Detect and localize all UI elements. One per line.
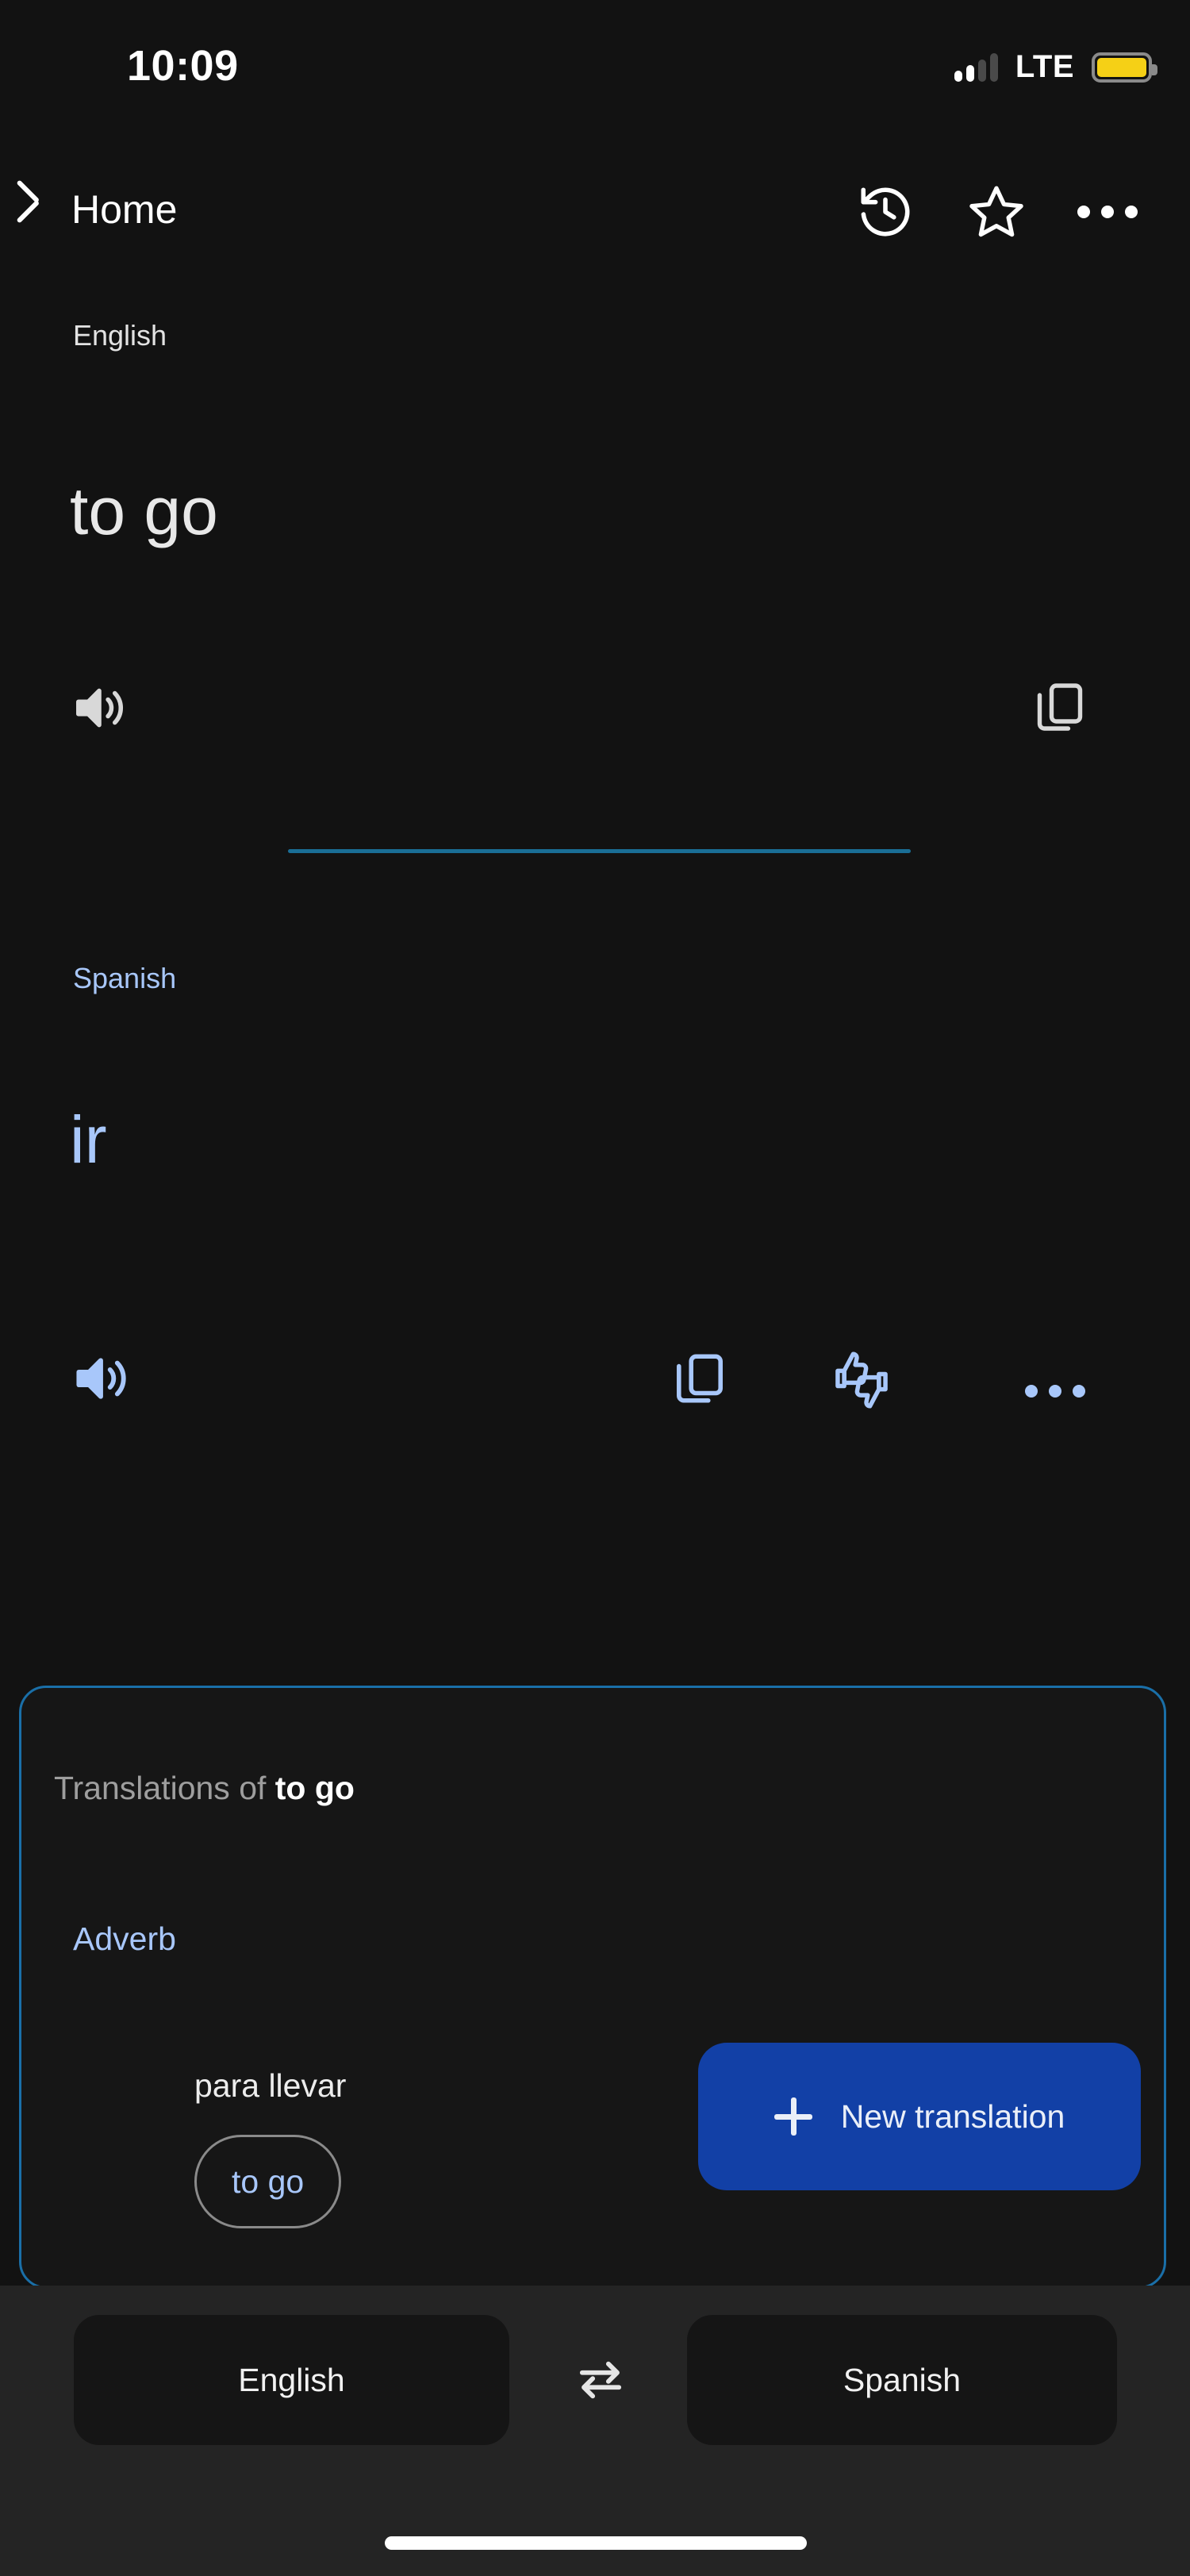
cellular-signal-icon	[954, 52, 998, 82]
target-listen-button[interactable]	[70, 1348, 132, 1409]
overflow-menu-button[interactable]	[1052, 168, 1163, 256]
swap-languages-button[interactable]	[533, 2345, 668, 2415]
target-actions	[0, 1341, 1190, 1444]
new-translation-button[interactable]: New translation	[698, 2043, 1141, 2190]
more-icon	[1025, 1385, 1085, 1398]
target-overflow-button[interactable]	[1004, 1348, 1107, 1435]
save-star-button[interactable]	[941, 168, 1052, 256]
copy-icon	[1037, 683, 1083, 731]
copy-icon	[677, 1354, 723, 1403]
history-icon	[861, 187, 910, 236]
part-of-speech-label: Adverb	[73, 1920, 176, 1957]
new-translation-button-label: New translation	[840, 2097, 1065, 2135]
speaker-icon	[76, 688, 124, 728]
source-copy-button[interactable]	[1031, 679, 1088, 736]
translations-card-title-prefix: Translations of	[54, 1770, 275, 1806]
source-language-button[interactable]: English	[74, 2315, 509, 2445]
rate-translation-button[interactable]	[829, 1348, 894, 1413]
source-actions	[0, 671, 1190, 774]
source-listen-button[interactable]	[70, 679, 129, 737]
target-copy-button[interactable]	[670, 1349, 729, 1408]
translation-entry-chip[interactable]: to go	[194, 2135, 342, 2228]
battery-icon	[1092, 52, 1157, 83]
chevron-left-icon	[32, 189, 59, 230]
more-icon	[1077, 206, 1138, 218]
swap-arrows-icon	[579, 2361, 622, 2399]
target-language-button[interactable]: Spanish	[687, 2315, 1117, 2445]
target-language-label: Spanish	[73, 962, 177, 994]
panel-divider	[288, 849, 911, 853]
status-indicators: LTE	[954, 49, 1157, 85]
source-language-label: English	[73, 319, 167, 352]
translation-entry-term[interactable]: para llevar	[194, 2067, 346, 2105]
translations-card-title: Translations of to go	[54, 1770, 355, 1807]
back-button[interactable]: Home	[24, 162, 185, 257]
status-time: 10:09	[127, 42, 239, 90]
navigation-bar: Home	[0, 159, 1190, 270]
translate-app-screen: 10:09 LTE Home English to go Spanish ir …	[0, 0, 1190, 2576]
speaker-icon	[76, 1358, 126, 1399]
source-text[interactable]: to go	[70, 475, 218, 548]
translations-card-title-term: to go	[274, 1770, 355, 1806]
back-button-label: Home	[71, 187, 178, 232]
navigation-actions	[830, 168, 1163, 256]
home-indicator[interactable]	[385, 2536, 807, 2550]
plus-icon	[774, 2097, 812, 2136]
thumbs-feedback-icon	[835, 1351, 888, 1409]
star-icon	[969, 186, 1023, 237]
language-selector-bar: English Spanish	[0, 2286, 1190, 2576]
history-button[interactable]	[830, 168, 941, 256]
status-bar: 10:09 LTE	[0, 0, 1190, 119]
network-type-label: LTE	[1015, 49, 1074, 84]
target-text[interactable]: ir	[70, 1103, 107, 1177]
